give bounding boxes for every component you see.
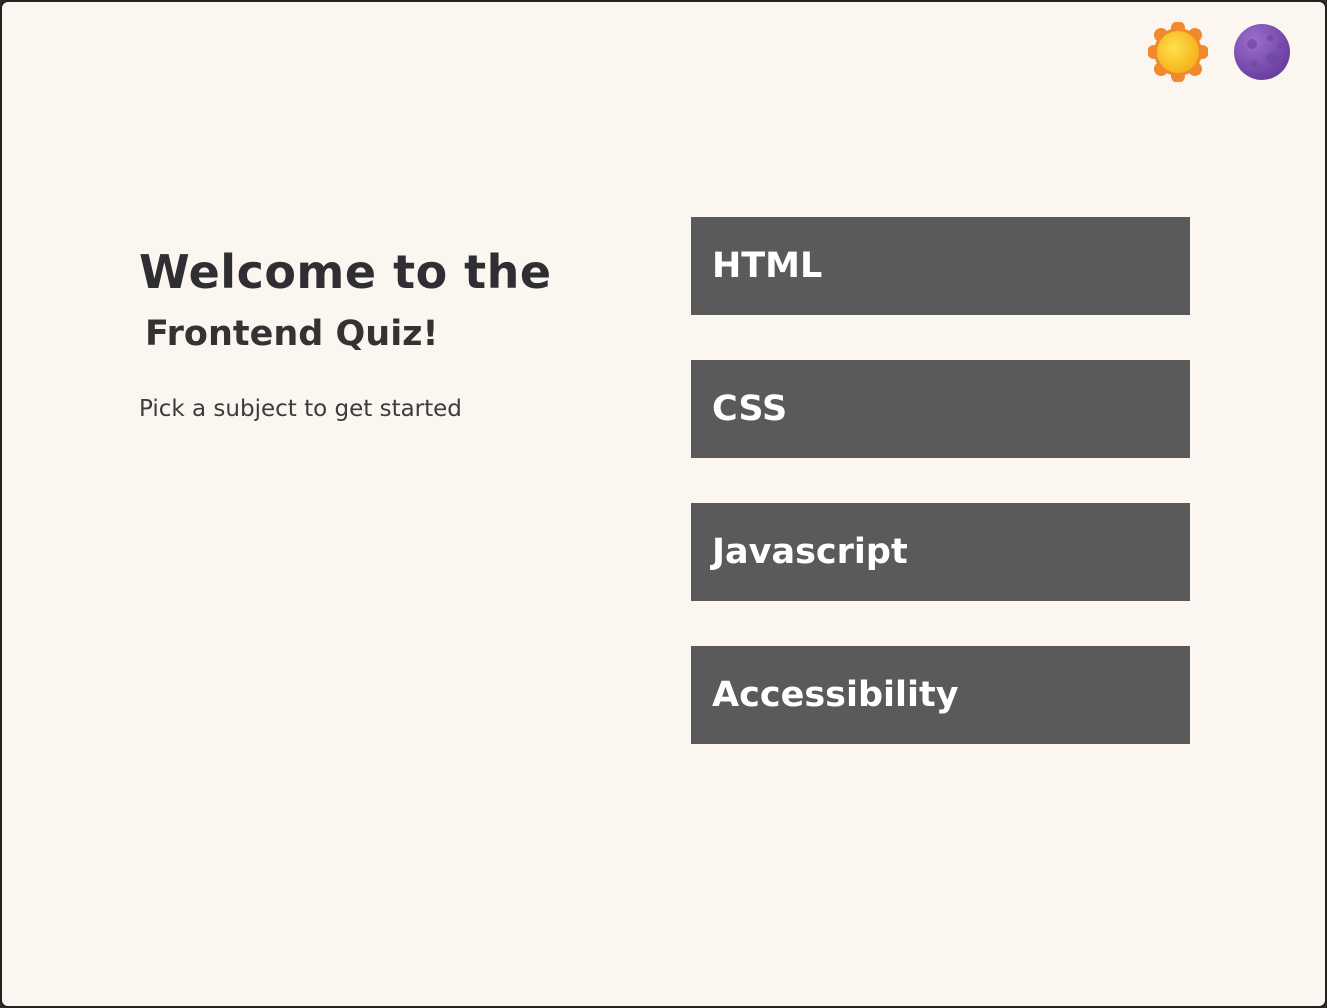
page-title-emphasis: Frontend Quiz!: [145, 314, 439, 354]
subject-button-html[interactable]: HTML: [691, 217, 1190, 315]
page-title: Welcome to the: [139, 245, 552, 299]
theme-toggle: [1148, 22, 1292, 82]
subject-button-accessibility[interactable]: Accessibility: [691, 646, 1190, 744]
subject-button-css[interactable]: CSS: [691, 360, 1190, 458]
app-window: Welcome to the Frontend Quiz! Pick a sub…: [0, 0, 1327, 1008]
page-subtitle: Pick a subject to get started: [139, 396, 462, 422]
subject-button-javascript[interactable]: Javascript: [691, 503, 1190, 601]
sun-icon[interactable]: [1148, 22, 1208, 82]
subject-list: HTML CSS Javascript Accessibility: [691, 217, 1190, 789]
intro-section: Welcome to the Frontend Quiz! Pick a sub…: [139, 242, 552, 424]
moon-icon[interactable]: [1232, 22, 1292, 82]
